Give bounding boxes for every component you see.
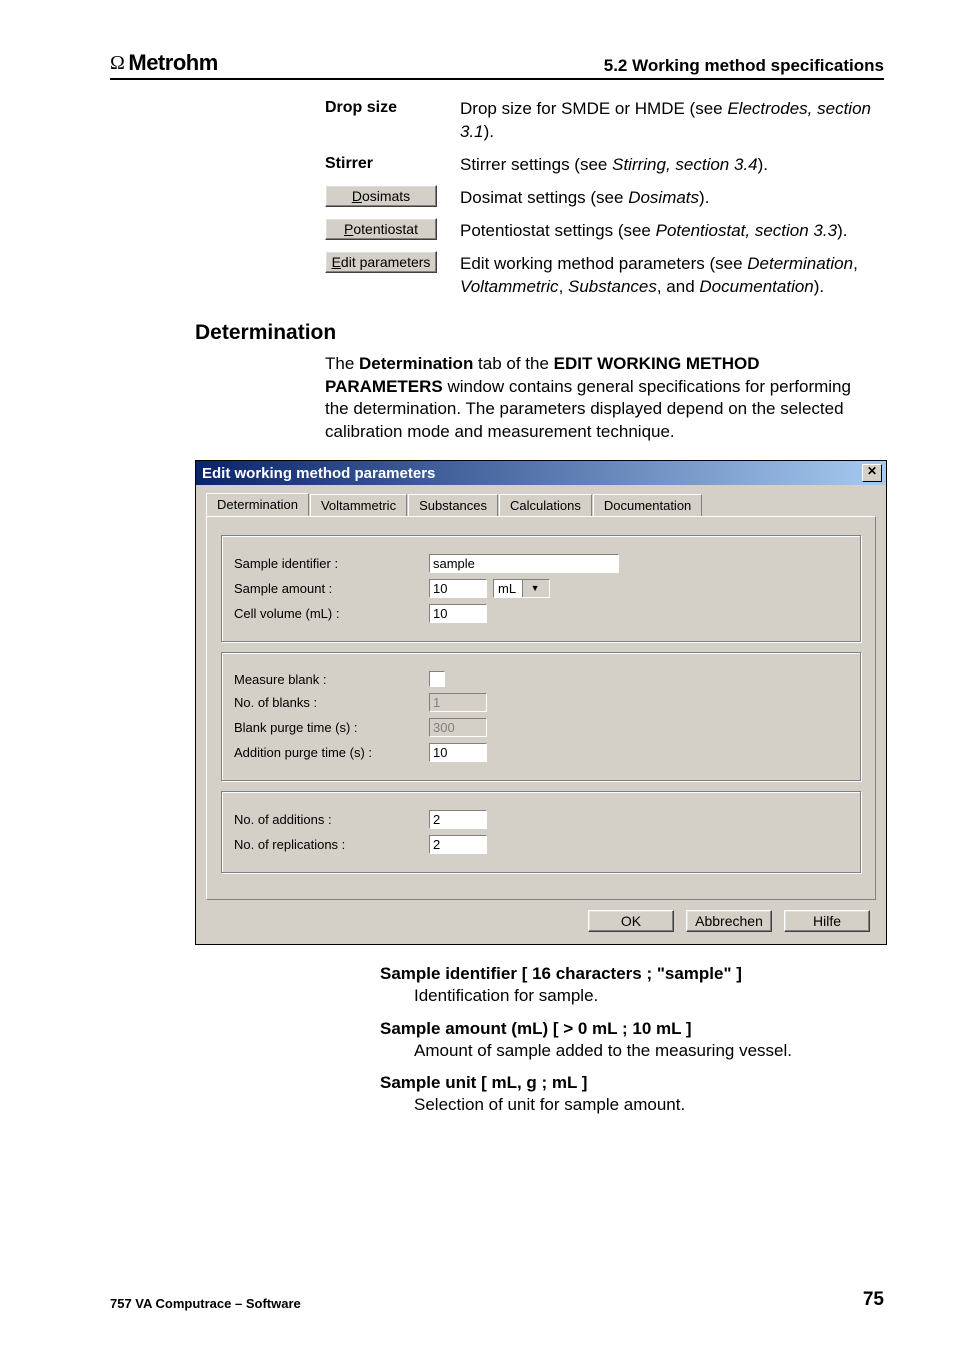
ok-button[interactable]: OK — [588, 910, 674, 932]
sample-identifier-input[interactable] — [429, 554, 619, 573]
cancel-button[interactable]: Abbrechen — [686, 910, 772, 932]
field-no-of-replications: No. of replications : — [234, 835, 848, 854]
help-button[interactable]: Hilfe — [784, 910, 870, 932]
edit-parameters-button[interactable]: Edit parameters — [325, 251, 437, 273]
edit-parameters-dialog: Edit working method parameters ✕ Determi… — [195, 460, 887, 945]
sample-amount-unit-select[interactable]: mL ▼ — [493, 579, 550, 598]
tab-determination[interactable]: Determination — [206, 493, 309, 516]
tab-substances[interactable]: Substances — [408, 494, 498, 517]
definition-stirrer: Stirrer Stirrer settings (see Stirring, … — [325, 154, 874, 177]
sample-amount-input[interactable] — [429, 579, 487, 598]
omega-icon: Ω — [110, 52, 124, 75]
tab-panel-determination: Sample identifier : Sample amount : mL ▼… — [206, 516, 876, 900]
group-sample: Sample identifier : Sample amount : mL ▼… — [221, 535, 861, 642]
tab-voltammetric[interactable]: Voltammetric — [310, 494, 407, 517]
definition-edit-parameters: Edit parameters Edit working method para… — [325, 253, 874, 299]
dialog-title: Edit working method parameters — [202, 465, 435, 482]
blank-purge-input — [429, 718, 487, 737]
determination-intro: The Determination tab of the EDIT WORKIN… — [325, 353, 874, 445]
field-label: Sample identifier : — [234, 556, 429, 571]
parameter-definitions: Sample identifier [ 16 characters ; "sam… — [380, 963, 874, 1116]
group-additions: No. of additions : No. of replications : — [221, 791, 861, 873]
chevron-down-icon: ▼ — [522, 580, 549, 597]
cell-volume-input[interactable] — [429, 604, 487, 623]
param-def-sample-unit: Sample unit [ mL, g ; mL ] Selection of … — [380, 1072, 874, 1116]
no-of-replications-input[interactable] — [429, 835, 487, 854]
def-text: Drop size for SMDE or HMDE (see Electrod… — [460, 98, 874, 144]
brand-name: Metrohm — [128, 50, 217, 76]
field-label: Addition purge time (s) : — [234, 745, 429, 760]
addition-purge-input[interactable] — [429, 743, 487, 762]
field-label: Cell volume (mL) : — [234, 606, 429, 621]
header-section-title: 5.2 Working method specifications — [604, 56, 884, 76]
section-heading-determination: Determination — [195, 321, 884, 345]
definition-drop-size: Drop size Drop size for SMDE or HMDE (se… — [325, 98, 874, 144]
def-text: Potentiostat settings (see Potentiostat,… — [460, 220, 874, 243]
field-no-of-blanks: No. of blanks : — [234, 693, 848, 712]
tab-documentation[interactable]: Documentation — [593, 494, 702, 517]
dialog-body: Determination Voltammetric Substances Ca… — [196, 485, 886, 944]
potentiostat-button[interactable]: Potentiostat — [325, 218, 437, 240]
field-label: Blank purge time (s) : — [234, 720, 429, 735]
def-button-wrap: Dosimats — [325, 185, 460, 207]
footer-product: 757 VA Computrace – Software — [110, 1296, 301, 1311]
field-blank-purge-time: Blank purge time (s) : — [234, 718, 848, 737]
field-cell-volume: Cell volume (mL) : — [234, 604, 848, 623]
page-number: 75 — [863, 1289, 884, 1311]
dialog-button-row: OK Abbrechen Hilfe — [206, 910, 876, 932]
no-of-additions-input[interactable] — [429, 810, 487, 829]
page-footer: 757 VA Computrace – Software 75 — [110, 1289, 884, 1311]
field-no-of-additions: No. of additions : — [234, 810, 848, 829]
close-icon[interactable]: ✕ — [862, 464, 882, 482]
param-body: Identification for sample. — [414, 985, 874, 1007]
definition-dosimats: Dosimats Dosimat settings (see Dosimats)… — [325, 187, 874, 210]
tab-calculations[interactable]: Calculations — [499, 494, 592, 517]
field-label: No. of replications : — [234, 837, 429, 852]
dialog-tabs: Determination Voltammetric Substances Ca… — [206, 493, 876, 517]
param-body: Selection of unit for sample amount. — [414, 1094, 874, 1116]
def-button-wrap: Edit parameters — [325, 251, 460, 273]
param-body: Amount of sample added to the measuring … — [414, 1040, 874, 1062]
def-label: Stirrer — [325, 154, 460, 173]
definitions-list: Drop size Drop size for SMDE or HMDE (se… — [325, 98, 874, 299]
group-blank: Measure blank : No. of blanks : Blank pu… — [221, 652, 861, 781]
measure-blank-checkbox[interactable] — [429, 671, 445, 687]
field-label: No. of additions : — [234, 812, 429, 827]
dialog-titlebar: Edit working method parameters ✕ — [196, 461, 886, 485]
no-of-blanks-input — [429, 693, 487, 712]
field-label: No. of blanks : — [234, 695, 429, 710]
def-text: Dosimat settings (see Dosimats). — [460, 187, 874, 210]
field-addition-purge-time: Addition purge time (s) : — [234, 743, 848, 762]
param-title: Sample unit [ mL, g ; mL ] — [380, 1072, 874, 1094]
field-measure-blank: Measure blank : — [234, 671, 848, 687]
field-label: Measure blank : — [234, 672, 429, 687]
def-button-wrap: Potentiostat — [325, 218, 460, 240]
param-title: Sample identifier [ 16 characters ; "sam… — [380, 963, 874, 985]
brand-logo: Ω Metrohm — [110, 50, 218, 76]
def-label: Drop size — [325, 98, 460, 117]
param-def-sample-amount: Sample amount (mL) [ > 0 mL ; 10 mL ] Am… — [380, 1018, 874, 1062]
def-text: Stirrer settings (see Stirring, section … — [460, 154, 874, 177]
unit-value: mL — [494, 581, 522, 596]
dosimats-button[interactable]: Dosimats — [325, 185, 437, 207]
param-title: Sample amount (mL) [ > 0 mL ; 10 mL ] — [380, 1018, 874, 1040]
definition-potentiostat: Potentiostat Potentiostat settings (see … — [325, 220, 874, 243]
field-sample-amount: Sample amount : mL ▼ — [234, 579, 848, 598]
page-header: Ω Metrohm 5.2 Working method specificati… — [110, 50, 884, 80]
field-sample-identifier: Sample identifier : — [234, 554, 848, 573]
param-def-sample-identifier: Sample identifier [ 16 characters ; "sam… — [380, 963, 874, 1007]
field-label: Sample amount : — [234, 581, 429, 596]
def-text: Edit working method parameters (see Dete… — [460, 253, 874, 299]
